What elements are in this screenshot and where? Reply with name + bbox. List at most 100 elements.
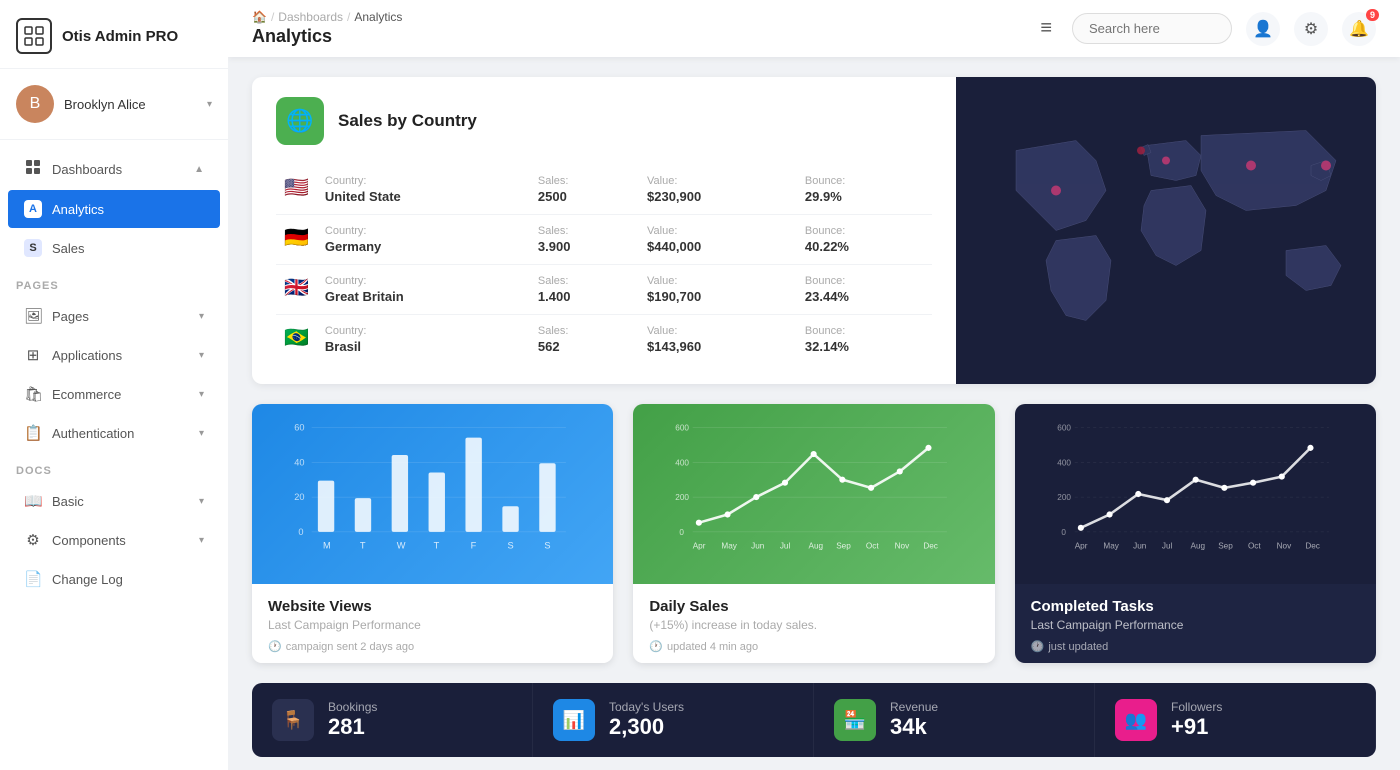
svg-text:Apr: Apr	[693, 541, 706, 550]
sidebar-item-ecommerce[interactable]: 🛍 Ecommerce ▾	[8, 375, 220, 413]
components-icon: ⚙	[24, 531, 42, 549]
svg-text:600: 600	[1057, 423, 1071, 432]
authentication-chevron: ▾	[199, 428, 204, 439]
table-row: 🇩🇪 Country: Germany Sales: 3.900 Value: …	[276, 215, 932, 265]
svg-text:Nov: Nov	[1276, 541, 1291, 550]
completed-tasks-info: Completed Tasks Last Campaign Performanc…	[1015, 584, 1376, 663]
authentication-nav-label: Authentication	[52, 426, 189, 441]
applications-icon: ⊞	[24, 346, 42, 364]
svg-text:20: 20	[294, 492, 304, 502]
country-table: 🇺🇸 Country: United State Sales: 2500 Val…	[276, 165, 932, 364]
main-area: 🏠 / Dashboards / Analytics Analytics ≡ 👤…	[228, 0, 1400, 770]
revenue-label: Revenue	[890, 700, 1074, 714]
sidebar-item-components[interactable]: ⚙ Components ▾	[8, 521, 220, 559]
world-map-section	[956, 77, 1376, 384]
completed-tasks-card: 600 400 200 0	[1015, 404, 1376, 663]
svg-text:Aug: Aug	[1190, 541, 1205, 550]
sidebar: Otis Admin PRO B Brooklyn Alice ▾ Dashbo…	[0, 0, 228, 770]
users-label: Today's Users	[609, 700, 793, 714]
sales-title: Sales by Country	[338, 111, 477, 131]
user-area[interactable]: B Brooklyn Alice ▾	[0, 69, 228, 140]
users-value: 2,300	[609, 714, 793, 740]
sidebar-item-pages[interactable]: 🖼 Pages ▾	[8, 297, 220, 335]
svg-text:Jun: Jun	[751, 541, 765, 550]
daily-sales-chart: 600 400 200 0	[633, 404, 994, 584]
followers-label: Followers	[1171, 700, 1355, 714]
svg-text:200: 200	[676, 493, 690, 502]
svg-text:0: 0	[680, 528, 685, 537]
stat-bookings: 🪑 Bookings 281	[252, 683, 533, 757]
sidebar-item-applications[interactable]: ⊞ Applications ▾	[8, 336, 220, 374]
stats-row: 🪑 Bookings 281 📊 Today's Users 2,300 🏪 R…	[252, 683, 1376, 757]
logo-area: Otis Admin PRO	[0, 0, 228, 69]
svg-text:Nov: Nov	[895, 541, 910, 550]
followers-info: Followers +91	[1171, 700, 1355, 740]
clock-icon-2: 🕐	[649, 640, 663, 653]
breadcrumb-dashboards[interactable]: Dashboards	[278, 10, 343, 24]
svg-text:Aug: Aug	[809, 541, 824, 550]
applications-nav-label: Applications	[52, 348, 189, 363]
dashboards-label: Dashboards	[52, 162, 184, 177]
sidebar-item-sales[interactable]: S Sales	[8, 229, 220, 267]
svg-text:Apr: Apr	[1074, 541, 1087, 550]
changelog-nav-label: Change Log	[52, 572, 204, 587]
search-input[interactable]	[1072, 13, 1232, 44]
revenue-value: 34k	[890, 714, 1074, 740]
svg-text:Jul: Jul	[780, 541, 791, 550]
table-row: 🇺🇸 Country: United State Sales: 2500 Val…	[276, 165, 932, 215]
sidebar-item-changelog[interactable]: 📄 Change Log	[8, 560, 220, 598]
sales-label: Sales	[52, 241, 204, 256]
completed-tasks-chart: 600 400 200 0	[1015, 404, 1376, 584]
content-area: 🌐 Sales by Country 🇺🇸 Country: United St…	[228, 57, 1400, 770]
bookings-icon: 🪑	[272, 699, 314, 741]
website-views-card: 60 40 20 0	[252, 404, 613, 663]
settings-button[interactable]: ⚙	[1294, 12, 1328, 46]
svg-text:Dec: Dec	[924, 541, 939, 550]
notifications-button[interactable]: 🔔 9	[1342, 12, 1376, 46]
stat-followers: 👥 Followers +91	[1095, 683, 1376, 757]
components-chevron: ▾	[199, 535, 204, 546]
svg-text:F: F	[471, 540, 477, 550]
svg-text:S: S	[507, 540, 513, 550]
website-views-subtitle: Last Campaign Performance	[268, 618, 597, 632]
website-views-title: Website Views	[268, 598, 597, 615]
daily-sales-subtitle: (+15%) increase in today sales.	[649, 618, 978, 632]
user-profile-button[interactable]: 👤	[1246, 12, 1280, 46]
dashboards-chevron: ▲	[194, 164, 204, 175]
page-title: Analytics	[252, 26, 1020, 47]
sales-by-country-card: 🌐 Sales by Country 🇺🇸 Country: United St…	[252, 77, 1376, 384]
user-name: Brooklyn Alice	[64, 97, 197, 112]
ecommerce-nav-label: Ecommerce	[52, 387, 189, 402]
sidebar-item-dashboards[interactable]: Dashboards ▲	[8, 149, 220, 189]
breadcrumb-analytics: Analytics	[354, 10, 402, 24]
svg-text:200: 200	[1057, 493, 1071, 502]
svg-text:600: 600	[676, 423, 690, 432]
sidebar-item-analytics[interactable]: A Analytics	[8, 190, 220, 228]
changelog-icon: 📄	[24, 570, 42, 588]
svg-text:W: W	[397, 540, 406, 550]
website-views-info: Website Views Last Campaign Performance …	[252, 584, 613, 663]
followers-icon: 👥	[1115, 699, 1157, 741]
applications-chevron: ▾	[199, 350, 204, 361]
authentication-icon: 📋	[24, 424, 42, 442]
sales-table-section: 🌐 Sales by Country 🇺🇸 Country: United St…	[252, 77, 956, 384]
hamburger-icon[interactable]: ≡	[1032, 13, 1060, 44]
svg-text:Dec: Dec	[1305, 541, 1320, 550]
header-left: 🏠 / Dashboards / Analytics Analytics	[252, 10, 1020, 47]
basic-nav-label: Basic	[52, 494, 189, 509]
svg-text:Jul: Jul	[1162, 541, 1173, 550]
svg-text:0: 0	[1061, 528, 1066, 537]
sidebar-item-basic[interactable]: 📖 Basic ▾	[8, 482, 220, 520]
stat-users: 📊 Today's Users 2,300	[533, 683, 814, 757]
breadcrumb: 🏠 / Dashboards / Analytics	[252, 10, 1020, 24]
daily-sales-info: Daily Sales (+15%) increase in today sal…	[633, 584, 994, 663]
svg-text:Oct: Oct	[866, 541, 879, 550]
basic-chevron: ▾	[199, 496, 204, 507]
users-icon: 📊	[553, 699, 595, 741]
chevron-down-icon: ▾	[207, 99, 212, 110]
stat-revenue: 🏪 Revenue 34k	[814, 683, 1095, 757]
notification-badge: 9	[1366, 9, 1379, 21]
sidebar-item-authentication[interactable]: 📋 Authentication ▾	[8, 414, 220, 452]
daily-sales-title: Daily Sales	[649, 598, 978, 615]
svg-text:T: T	[434, 540, 440, 550]
